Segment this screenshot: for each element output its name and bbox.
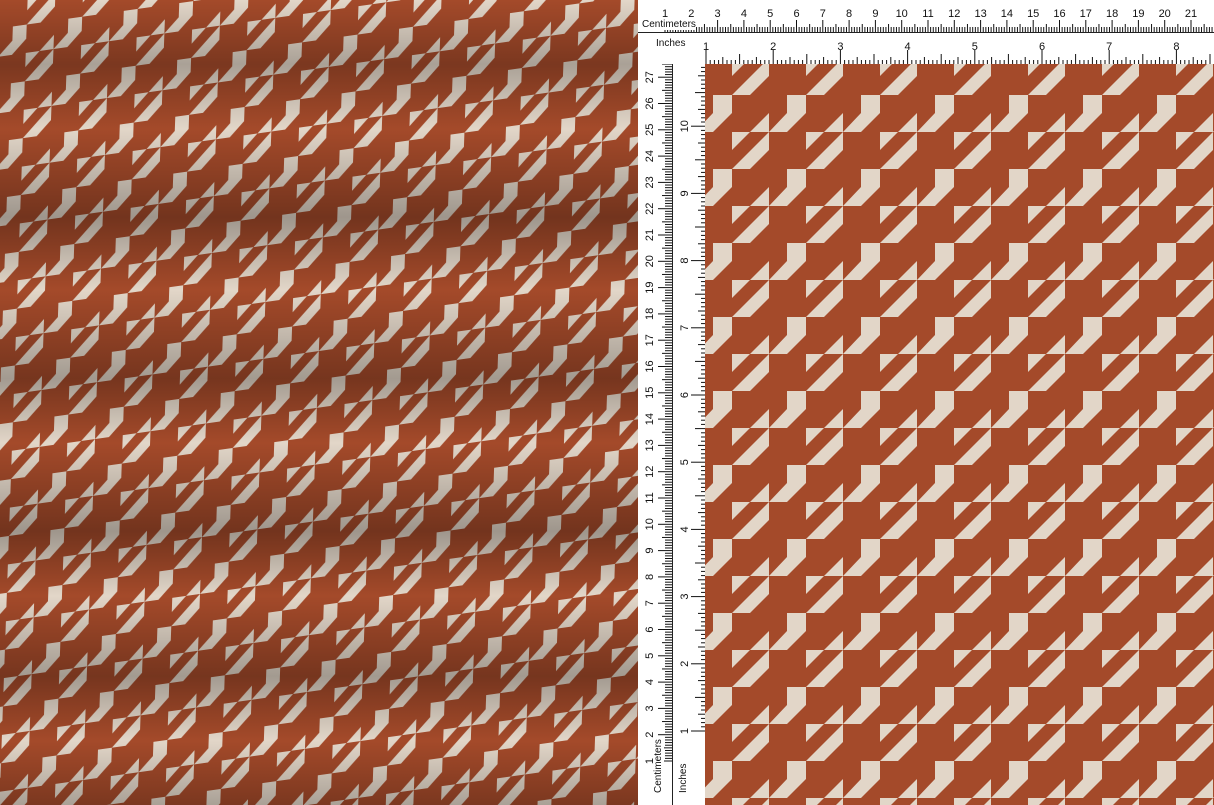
- cm-number: 11: [644, 492, 656, 503]
- cm-number: 15: [644, 387, 656, 399]
- cm-number: 5: [644, 653, 656, 659]
- cm-number: 9: [872, 8, 878, 20]
- cm-number: 3: [715, 8, 721, 20]
- cm-number: 7: [820, 8, 826, 20]
- cm-number: 16: [1053, 8, 1065, 20]
- inch-number: 5: [679, 459, 691, 465]
- cm-number: 6: [793, 8, 799, 20]
- inch-number: 7: [679, 325, 691, 331]
- cm-number: 16: [644, 360, 656, 372]
- flat-houndstooth-pattern: [705, 64, 1214, 805]
- inch-number: 2: [679, 661, 691, 667]
- cm-number: 19: [1132, 8, 1144, 20]
- cm-number: 22: [644, 203, 656, 215]
- cm-number: 12: [948, 8, 960, 20]
- inch-number: 2: [770, 41, 776, 53]
- inch-number: 10: [679, 120, 691, 132]
- top-inch-ruler: 1 2 3 4 5 6 7 8: [638, 33, 1214, 64]
- inch-number: 1: [703, 41, 709, 53]
- inch-number: 4: [905, 41, 911, 53]
- cm-number: 25: [644, 124, 656, 136]
- cm-number: 8: [644, 574, 656, 580]
- cm-number: 12: [644, 466, 656, 478]
- cm-number: 14: [1001, 8, 1013, 20]
- draped-houndstooth-pattern: [0, 0, 638, 805]
- cm-number: 18: [1106, 8, 1118, 20]
- cm-number: 14: [644, 413, 656, 425]
- cm-number: 11: [922, 8, 933, 20]
- side-centimeter-ruler: 1234567891011121314151617181920212223242…: [638, 64, 673, 805]
- cm-number: 2: [644, 732, 656, 738]
- cm-number: 3: [644, 705, 656, 711]
- top-centimeter-ruler: 123456789101112131415161718192021: [638, 0, 1214, 33]
- cm-number: 23: [644, 176, 656, 188]
- cm-number: 17: [644, 334, 656, 346]
- inch-number: 4: [679, 526, 691, 532]
- inch-number: 5: [972, 41, 978, 53]
- cm-number: 20: [644, 255, 656, 267]
- cm-number: 10: [644, 518, 656, 530]
- cm-number: 24: [644, 150, 656, 162]
- inch-number: 8: [1173, 41, 1179, 53]
- inch-number: 3: [679, 594, 691, 600]
- cm-number: 8: [846, 8, 852, 20]
- draped-fabric-photo: [0, 0, 638, 805]
- cm-number: 21: [644, 229, 656, 241]
- inch-number: 9: [679, 190, 691, 196]
- cm-number: 4: [644, 679, 656, 685]
- flat-fabric-photo: [705, 64, 1214, 805]
- cm-number: 18: [644, 308, 656, 320]
- cm-number: 6: [644, 626, 656, 632]
- side-centimeters-label: Centimeters: [653, 739, 664, 793]
- cm-number: 19: [644, 281, 656, 293]
- cm-number: 4: [741, 8, 747, 20]
- side-inch-ruler: 1 2 3 4 5 6 7 8 9 10: [673, 64, 705, 805]
- inch-number: 1: [679, 728, 691, 734]
- cm-number: 17: [1080, 8, 1092, 20]
- top-inches-label: Inches: [656, 38, 685, 49]
- side-inches-label: Inches: [678, 764, 689, 793]
- cm-number: 10: [896, 8, 908, 20]
- cm-number: 15: [1027, 8, 1039, 20]
- cm-number: 27: [644, 71, 656, 83]
- inch-number: 8: [679, 258, 691, 264]
- inch-number: 6: [679, 392, 691, 398]
- cm-number: 21: [1185, 8, 1197, 20]
- top-centimeters-label: Centimeters: [642, 19, 696, 30]
- cm-number: 7: [644, 600, 656, 606]
- inch-number: 7: [1106, 41, 1112, 53]
- cm-number: 26: [644, 97, 656, 109]
- cm-number: 13: [974, 8, 986, 20]
- cm-number: 5: [767, 8, 773, 20]
- inch-number: 6: [1039, 41, 1045, 53]
- cm-number: 9: [644, 548, 656, 554]
- cm-number: 13: [644, 439, 656, 451]
- cm-number: 20: [1159, 8, 1171, 20]
- inch-number: 3: [837, 41, 843, 53]
